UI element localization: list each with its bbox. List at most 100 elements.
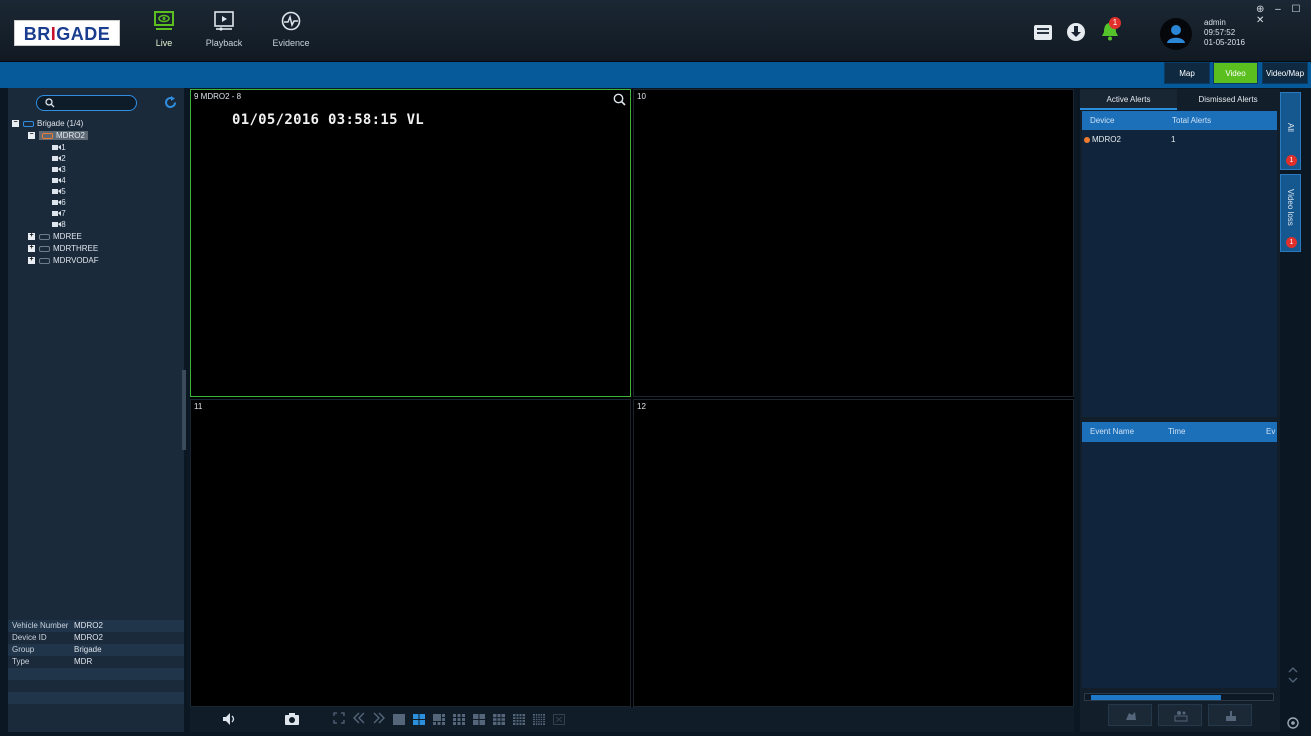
video-grid: 9 MDRO2 - 8 01/05/2016 03:58:15 VL 10 11…	[190, 89, 1074, 707]
info-row	[8, 692, 184, 704]
horizontal-scrollbar[interactable]	[1084, 693, 1274, 701]
tree-device-mdree[interactable]: + MDREE	[28, 231, 82, 242]
tree-device-label: MDRVODAF	[53, 256, 99, 265]
nav-evidence[interactable]: Evidence	[261, 6, 321, 58]
settings-icon[interactable]	[1286, 716, 1300, 730]
avatar[interactable]	[1160, 18, 1192, 50]
layout-9-icon[interactable]	[453, 714, 465, 725]
info-row: Vehicle Number MDRO2	[8, 620, 184, 632]
expand-icon[interactable]: +	[28, 232, 35, 241]
video-button[interactable]: Video	[1213, 62, 1258, 84]
tree-device-mdro2[interactable]: − MDRO2	[28, 130, 88, 141]
map-button[interactable]: Map	[1164, 62, 1210, 84]
side-tab-label: Video loss	[1286, 189, 1295, 226]
info-row	[8, 680, 184, 692]
column-header-event-name[interactable]: Event Name	[1090, 422, 1134, 442]
nav-playback[interactable]: Playback	[194, 6, 254, 58]
tree-camera[interactable]: 6	[52, 197, 66, 208]
tree-root-brigade[interactable]: − Brigade (1/4)	[12, 118, 83, 129]
nav-evidence-label: Evidence	[272, 38, 310, 48]
video-tile-10[interactable]: 10	[633, 89, 1074, 397]
camera-label: 4	[61, 176, 66, 185]
playback-icon	[214, 11, 234, 31]
events-table-body	[1082, 442, 1277, 688]
side-tab-video-loss[interactable]: Video loss 1	[1280, 174, 1301, 252]
collapse-icon[interactable]: −	[12, 119, 19, 128]
side-tab-all[interactable]: All 1	[1280, 92, 1301, 170]
column-header-device[interactable]: Device	[1090, 111, 1114, 131]
video-tile-11[interactable]: 11	[190, 399, 631, 707]
layout-25-icon[interactable]	[533, 714, 545, 725]
expand-icon[interactable]: +	[28, 256, 35, 265]
alert-device: MDRO2	[1092, 135, 1121, 144]
refresh-icon[interactable]	[164, 96, 177, 109]
search-icon	[45, 98, 55, 108]
camera-icon	[52, 222, 58, 228]
collapse-icon[interactable]: −	[28, 131, 35, 140]
alerts-bell-button[interactable]: 1	[1099, 17, 1123, 44]
location-icon	[1174, 711, 1188, 722]
layout-custom-icon[interactable]	[553, 714, 565, 725]
tree-device-mdrvodaf[interactable]: + MDRVODAF	[28, 255, 99, 266]
previous-page-icon[interactable]	[352, 712, 366, 724]
alerts-table-body	[1082, 130, 1277, 417]
tree-camera[interactable]: 3	[52, 164, 66, 175]
tab-dismissed-alerts[interactable]: Dismissed Alerts	[1178, 89, 1278, 110]
video-tile-12[interactable]: 12	[633, 399, 1074, 707]
zoom-icon[interactable]	[613, 93, 626, 106]
column-header-time[interactable]: Time	[1168, 422, 1185, 442]
column-header-total-alerts[interactable]: Total Alerts	[1172, 111, 1211, 131]
video-map-button[interactable]: Video/Map	[1262, 62, 1308, 84]
tree-camera[interactable]: 7	[52, 208, 66, 219]
camera-label: 7	[61, 209, 66, 218]
camera-label: 3	[61, 165, 66, 174]
layout-6-icon[interactable]	[433, 714, 445, 725]
layout-4-icon[interactable]	[413, 714, 425, 725]
tree-camera[interactable]: 5	[52, 186, 66, 197]
tree-camera[interactable]: 4	[52, 175, 66, 186]
monitor-eye-icon	[154, 11, 174, 30]
expand-icon[interactable]: +	[28, 244, 35, 253]
tree-camera[interactable]: 8	[52, 219, 66, 230]
next-page-icon[interactable]	[372, 712, 386, 724]
vehicle-icon	[39, 257, 50, 264]
layout-1-icon[interactable]	[393, 714, 405, 725]
left-panel-splitter[interactable]	[182, 370, 186, 450]
window-controls[interactable]: ⊕ – ☐ ✕	[1256, 4, 1311, 26]
inbox-icon[interactable]	[1032, 22, 1054, 42]
tree-camera[interactable]: 1	[52, 142, 66, 153]
camera-icon	[52, 178, 58, 184]
locate-device-button[interactable]	[1158, 704, 1202, 726]
info-key: Vehicle Number	[12, 621, 69, 630]
export-button[interactable]	[1208, 704, 1252, 726]
dismiss-alert-button[interactable]	[1108, 704, 1152, 726]
tree-device-mdrthree[interactable]: + MDRTHREE	[28, 243, 98, 254]
volume-icon[interactable]	[222, 712, 238, 726]
alert-status-dot	[1084, 136, 1090, 143]
app-window: BRIGADE Live Playback Evidence 1 admin 0…	[0, 0, 1311, 736]
download-icon[interactable]	[1066, 22, 1086, 42]
layout-10-icon[interactable]	[473, 714, 485, 725]
tab-active-alerts[interactable]: Active Alerts	[1080, 89, 1177, 110]
video-tile-9[interactable]: 9 MDRO2 - 8 01/05/2016 03:58:15 VL	[190, 89, 631, 397]
alert-count-badge: 1	[1109, 17, 1121, 29]
nav-live[interactable]: Live	[134, 6, 194, 58]
tree-camera[interactable]: 2	[52, 153, 66, 164]
snapshot-icon[interactable]	[284, 712, 300, 726]
collapse-expand-icon[interactable]	[1287, 666, 1299, 684]
hand-icon	[1126, 712, 1136, 720]
vehicle-icon	[39, 245, 50, 252]
camera-icon	[52, 200, 58, 206]
table-row[interactable]: MDRO2 1	[1084, 135, 1274, 144]
column-header-ev[interactable]: Ev	[1266, 422, 1275, 442]
fullscreen-icon[interactable]	[333, 712, 345, 724]
info-value: MDRO2	[74, 621, 103, 630]
tree-root-label: Brigade (1/4)	[37, 119, 84, 128]
info-key: Device ID	[12, 633, 47, 642]
layout-13-icon[interactable]	[493, 714, 505, 725]
layout-16-icon[interactable]	[513, 714, 525, 725]
device-tree-panel: − Brigade (1/4) − MDRO2 1 2 3 4 5 6 7 8 + M…	[8, 88, 184, 732]
scrollbar-thumb[interactable]	[1091, 695, 1221, 700]
view-mode-bar	[0, 62, 1311, 88]
search-input[interactable]	[36, 95, 137, 111]
